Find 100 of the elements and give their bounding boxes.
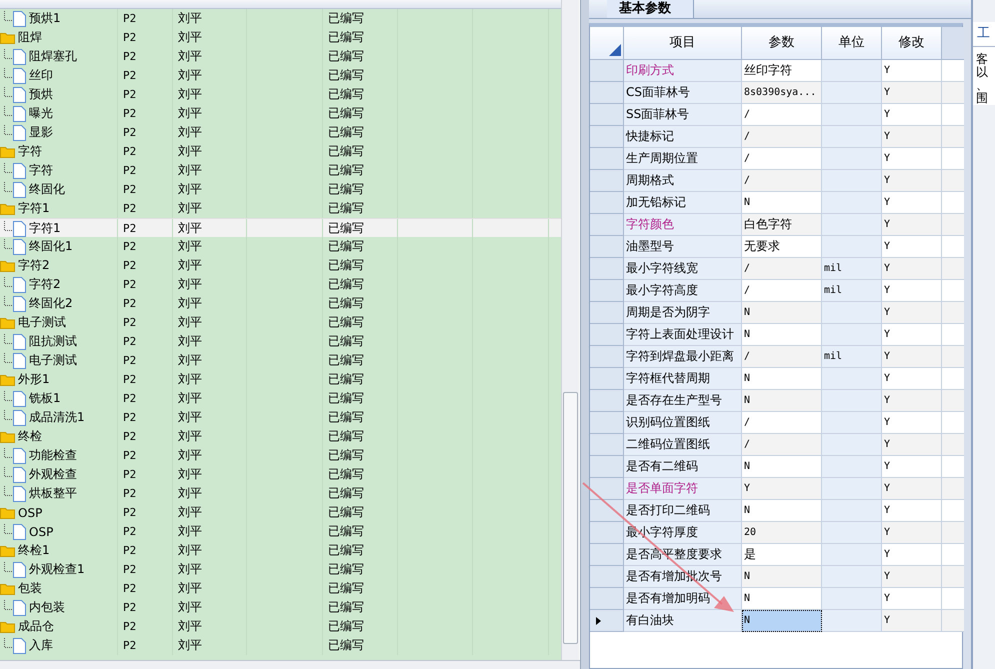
edit-cell[interactable]: Y	[882, 170, 942, 192]
column-header[interactable]: 参数	[742, 27, 822, 60]
value-cell[interactable]: N	[742, 588, 822, 610]
unit-cell[interactable]: mil	[822, 280, 882, 302]
value-cell[interactable]: 8s0390sya...	[742, 82, 822, 104]
unit-cell[interactable]	[822, 148, 882, 170]
unit-cell[interactable]	[822, 192, 882, 214]
value-cell[interactable]: 无要求	[742, 236, 822, 258]
edit-cell[interactable]: Y	[882, 192, 942, 214]
value-cell[interactable]: N	[742, 500, 822, 522]
value-cell[interactable]: /	[742, 148, 822, 170]
edit-cell[interactable]: Y	[882, 544, 942, 566]
edit-cell[interactable]: Y	[882, 148, 942, 170]
process-tab[interactable]: 工	[973, 22, 995, 47]
unit-cell[interactable]	[822, 566, 882, 588]
edit-cell[interactable]: Y	[882, 280, 942, 302]
tree-connector	[4, 524, 13, 534]
edit-cell[interactable]: Y	[882, 456, 942, 478]
vertical-scrollbar[interactable]	[561, 0, 579, 660]
unit-cell[interactable]	[822, 588, 882, 610]
unit-cell[interactable]	[822, 170, 882, 192]
edit-cell[interactable]: Y	[882, 500, 942, 522]
value-cell[interactable]: /	[742, 412, 822, 434]
edit-cell[interactable]: Y	[882, 346, 942, 368]
edit-cell[interactable]: Y	[882, 522, 942, 544]
unit-cell[interactable]	[822, 214, 882, 236]
item-cell: CS面菲林号	[624, 82, 742, 104]
value-cell[interactable]: 是	[742, 544, 822, 566]
edit-cell[interactable]: Y	[882, 610, 942, 632]
unit-cell[interactable]	[822, 104, 882, 126]
value-cell[interactable]: 白色字符	[742, 214, 822, 236]
value-cell[interactable]: N	[742, 390, 822, 412]
step-name: 电子测试	[18, 314, 66, 331]
horizontal-scrollbar[interactable]	[0, 660, 580, 669]
value-cell[interactable]: N	[742, 456, 822, 478]
unit-cell[interactable]	[822, 236, 882, 258]
tree-row[interactable]: 字符1 P2 刘平 已编写	[0, 218, 561, 237]
edit-cell[interactable]: Y	[882, 214, 942, 236]
value-cell[interactable]: /	[742, 434, 822, 456]
unit-cell[interactable]: mil	[822, 346, 882, 368]
step-name: 成品仓	[18, 618, 54, 635]
unit-cell[interactable]	[822, 368, 882, 390]
unit-cell[interactable]	[822, 302, 882, 324]
column-header[interactable]: 修改	[882, 27, 942, 60]
value-cell[interactable]: N	[742, 368, 822, 390]
unit-cell[interactable]	[822, 434, 882, 456]
value-cell[interactable]: N	[742, 324, 822, 346]
value-cell[interactable]: N	[742, 610, 822, 632]
value-cell[interactable]: 20	[742, 522, 822, 544]
value-cell[interactable]: N	[742, 192, 822, 214]
item-cell: 字符上表面处理设计	[624, 324, 742, 346]
unit-cell[interactable]	[822, 390, 882, 412]
value-cell[interactable]: /	[742, 258, 822, 280]
unit-cell[interactable]	[822, 412, 882, 434]
edit-cell[interactable]: Y	[882, 258, 942, 280]
edit-cell[interactable]: Y	[882, 412, 942, 434]
edit-cell[interactable]: Y	[882, 588, 942, 610]
row-header[interactable]	[590, 610, 624, 632]
unit-cell[interactable]	[822, 82, 882, 104]
unit-cell[interactable]: mil	[822, 258, 882, 280]
edit-cell[interactable]: Y	[882, 390, 942, 412]
value-cell[interactable]: /	[742, 126, 822, 148]
column-header[interactable]: 单位	[822, 27, 882, 60]
document-icon	[13, 220, 26, 236]
value-cell[interactable]: /	[742, 170, 822, 192]
column-header[interactable]: 项目	[624, 27, 742, 60]
value-cell[interactable]: N	[742, 302, 822, 324]
value-cell[interactable]: 丝印字符	[742, 60, 822, 82]
edit-cell[interactable]: Y	[882, 236, 942, 258]
edit-cell[interactable]: Y	[882, 368, 942, 390]
params-tab[interactable]: 基本参数	[607, 0, 694, 18]
unit-cell[interactable]	[822, 456, 882, 478]
document-icon	[13, 390, 26, 406]
step-name: 终固化2	[29, 295, 73, 312]
value-cell[interactable]: Y	[742, 478, 822, 500]
unit-cell[interactable]	[822, 478, 882, 500]
edit-cell[interactable]: Y	[882, 566, 942, 588]
document-icon	[13, 68, 26, 84]
edit-cell[interactable]: Y	[882, 478, 942, 500]
value-cell[interactable]: /	[742, 346, 822, 368]
edit-cell[interactable]: Y	[882, 60, 942, 82]
unit-cell[interactable]	[822, 500, 882, 522]
edit-cell[interactable]: Y	[882, 302, 942, 324]
edit-cell[interactable]: Y	[882, 126, 942, 148]
edit-cell[interactable]: Y	[882, 324, 942, 346]
step-name: 包装	[18, 580, 42, 597]
edit-cell[interactable]: Y	[882, 82, 942, 104]
unit-cell[interactable]	[822, 60, 882, 82]
edit-cell[interactable]: Y	[882, 434, 942, 456]
scrollbar-thumb[interactable]	[563, 392, 578, 644]
edit-cell[interactable]: Y	[882, 104, 942, 126]
unit-cell[interactable]	[822, 522, 882, 544]
unit-cell[interactable]	[822, 126, 882, 148]
unit-cell[interactable]	[822, 324, 882, 346]
value-cell[interactable]: N	[742, 566, 822, 588]
unit-cell[interactable]	[822, 610, 882, 632]
folder-icon	[0, 373, 15, 386]
value-cell[interactable]: /	[742, 104, 822, 126]
unit-cell[interactable]	[822, 544, 882, 566]
value-cell[interactable]: /	[742, 280, 822, 302]
